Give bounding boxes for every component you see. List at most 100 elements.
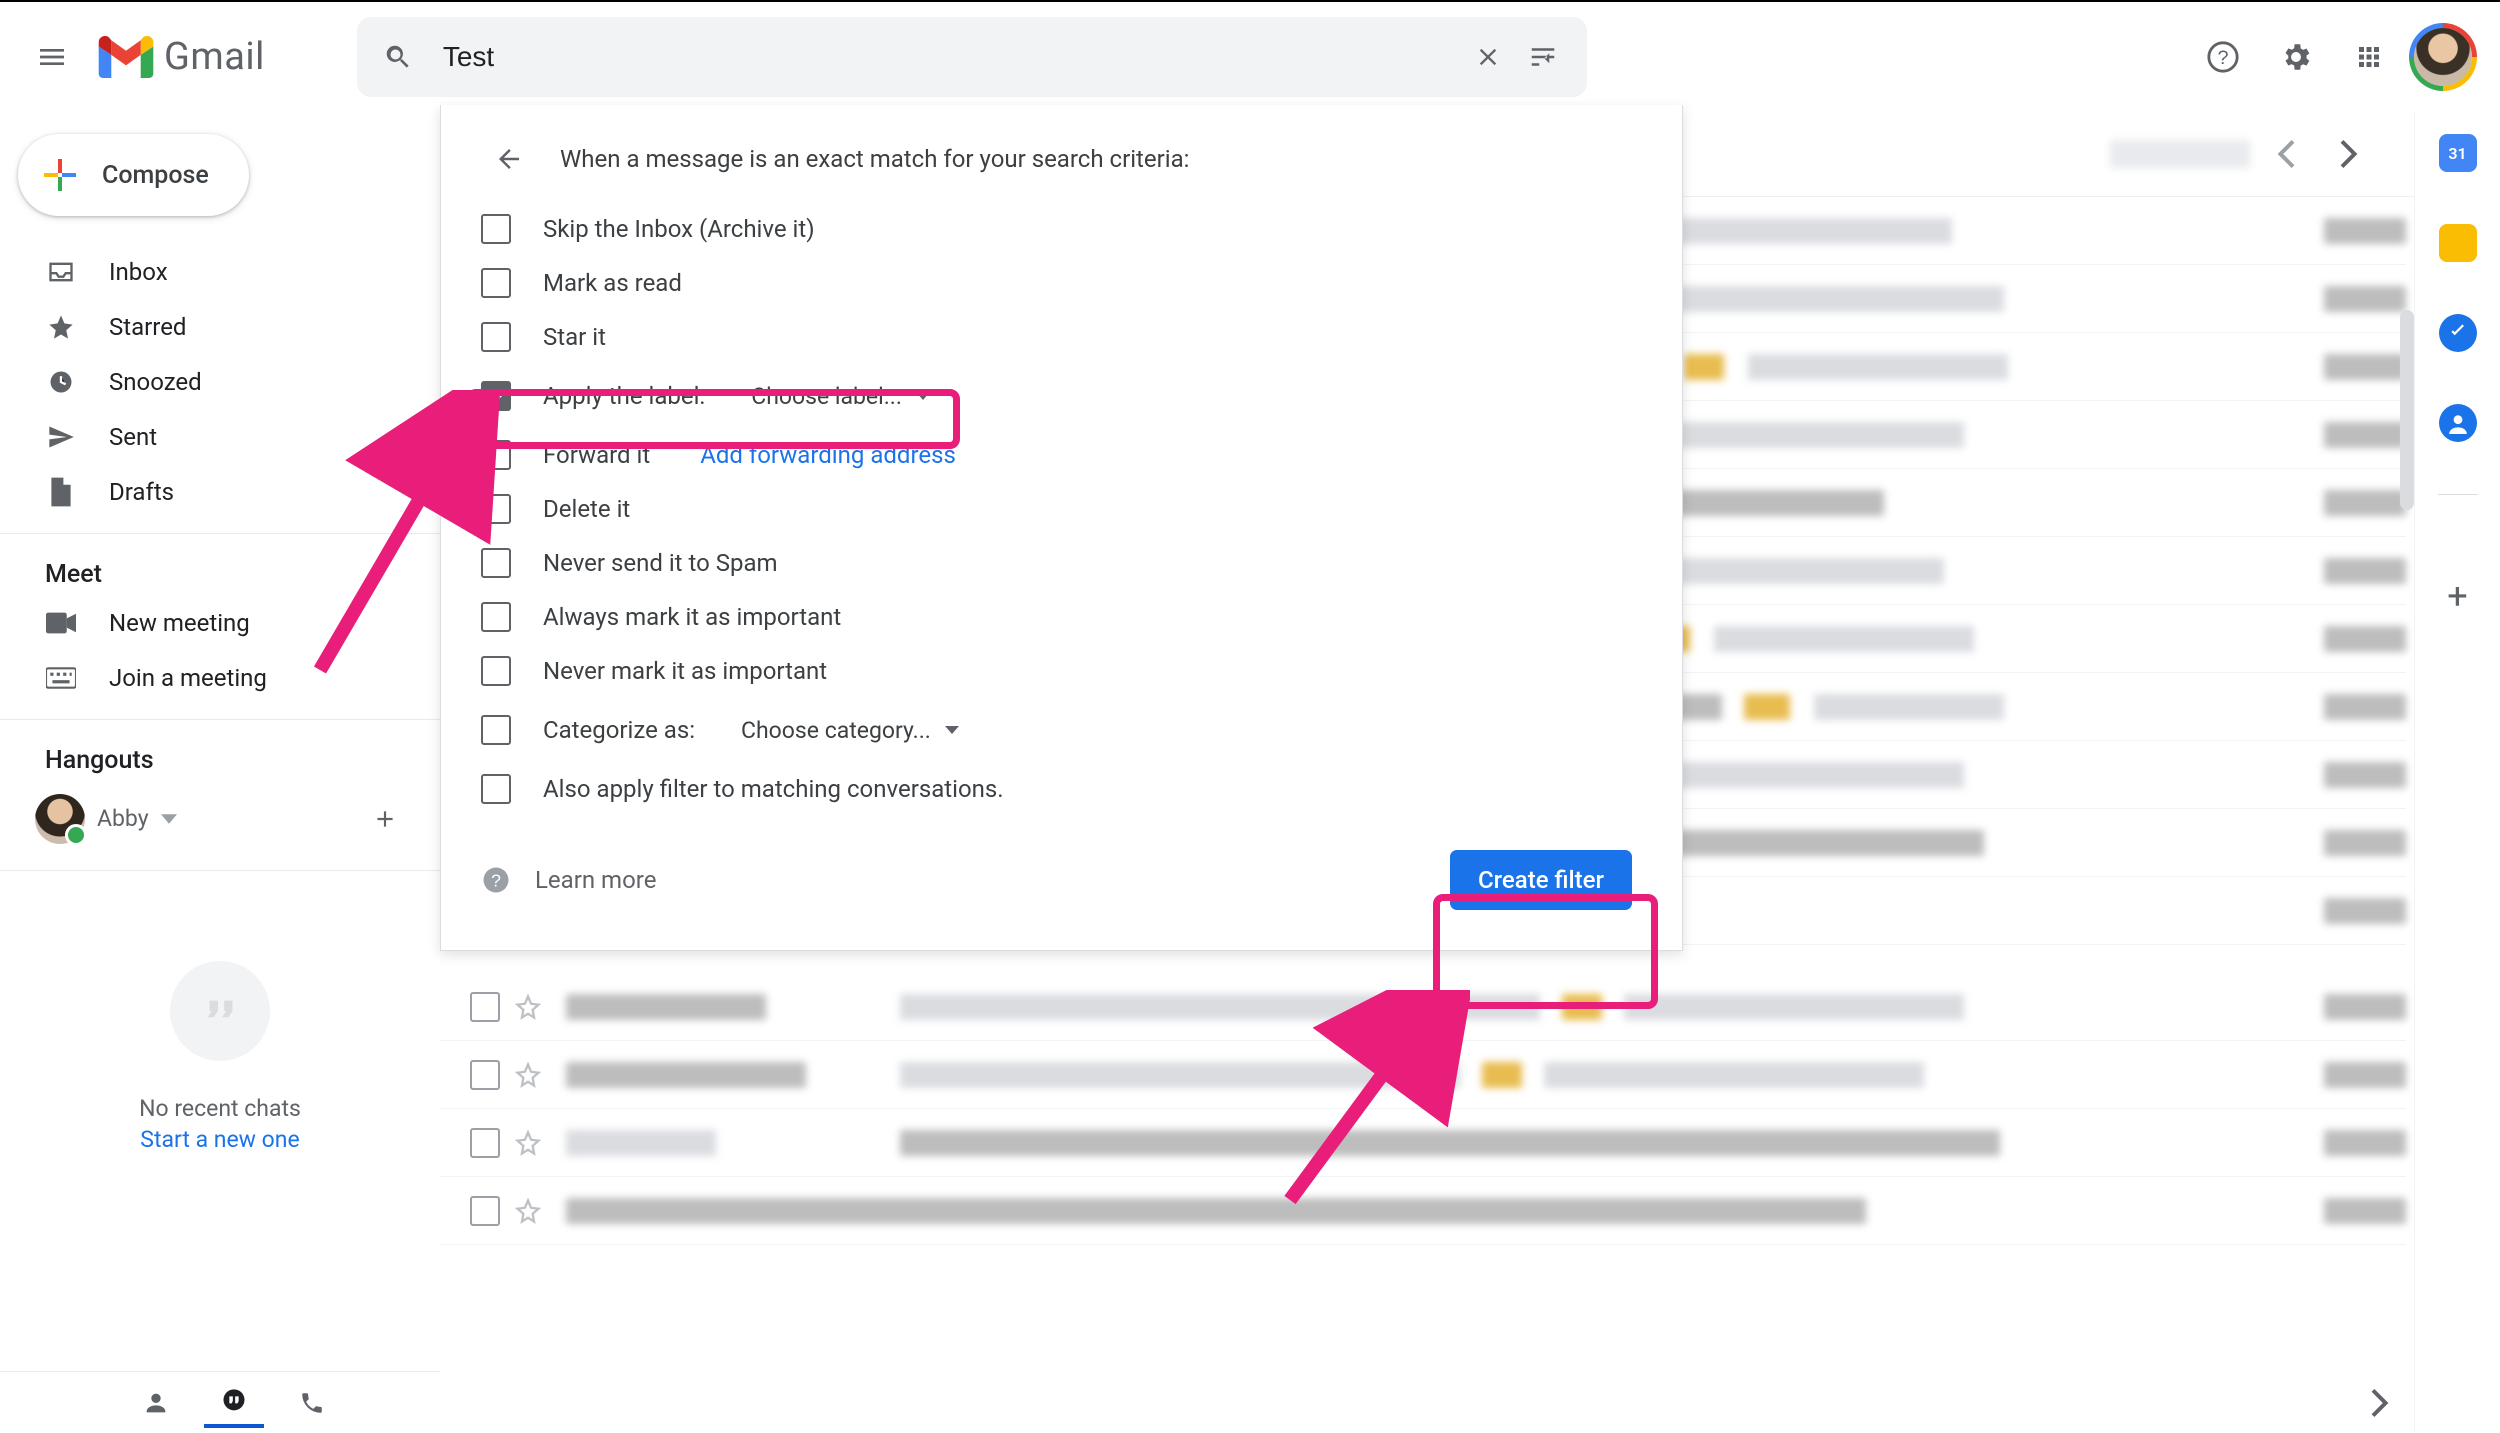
tasks-addon[interactable]: [2439, 314, 2477, 352]
apps-button[interactable]: [2341, 30, 2396, 85]
plus-icon: [372, 806, 398, 832]
sidebar-item-label: Inbox: [109, 258, 168, 286]
mail-row[interactable]: [440, 973, 2406, 1041]
filter-option-skip-inbox[interactable]: Skip the Inbox (Archive it): [451, 202, 1672, 256]
search-icon[interactable]: [373, 32, 423, 82]
sidebar-item-drafts[interactable]: Drafts: [0, 464, 440, 519]
filter-option-star-it[interactable]: Star it: [451, 310, 1672, 364]
row-checkbox[interactable]: [470, 992, 500, 1022]
sidebar-nav: Inbox Starred Snoozed Sent Drafts: [0, 244, 440, 519]
account-avatar[interactable]: [2414, 28, 2472, 86]
sidebar-bottom-tabs: [0, 1371, 440, 1433]
checkbox[interactable]: [481, 214, 511, 244]
checkbox[interactable]: [481, 602, 511, 632]
mail-row[interactable]: [440, 1109, 2406, 1177]
choose-category-select[interactable]: Choose category...: [727, 710, 967, 750]
checkbox[interactable]: [481, 774, 511, 804]
tab-contacts[interactable]: [126, 1378, 186, 1428]
tab-phone[interactable]: [282, 1378, 342, 1428]
help-icon: ?: [2206, 40, 2240, 74]
prev-page-button[interactable]: [2258, 140, 2313, 168]
checkbox[interactable]: [481, 381, 511, 411]
new-chat-button[interactable]: [357, 791, 412, 846]
learn-more-link[interactable]: ? Learn more: [481, 865, 656, 895]
hangouts-user-name: Abby: [97, 805, 149, 832]
main-menu-button[interactable]: [12, 17, 92, 97]
filter-heading: When a message is an exact match for you…: [560, 145, 1189, 173]
checkbox[interactable]: [481, 548, 511, 578]
star-icon: [45, 311, 77, 343]
keep-addon[interactable]: [2439, 224, 2477, 262]
row-checkbox[interactable]: [470, 1196, 500, 1226]
chevron-right-icon: [2339, 140, 2359, 168]
hamburger-icon: [36, 41, 68, 73]
contacts-addon[interactable]: [2439, 404, 2477, 442]
chevron-right-icon: [2370, 1389, 2390, 1417]
option-label: Also apply filter to matching conversati…: [543, 775, 1004, 803]
filter-option-forward[interactable]: Forward it Add forwarding address: [451, 428, 1672, 482]
search-options-button[interactable]: [1516, 30, 1571, 85]
apps-icon: [2354, 42, 2384, 72]
filter-option-delete[interactable]: Delete it: [451, 482, 1672, 536]
filter-option-also-apply[interactable]: Also apply filter to matching conversati…: [451, 762, 1672, 816]
compose-button[interactable]: Compose: [18, 134, 249, 216]
clear-search-button[interactable]: [1461, 30, 1516, 85]
sidebar-item-label: New meeting: [109, 609, 250, 637]
checkbox[interactable]: [481, 656, 511, 686]
hangouts-avatar: [35, 794, 85, 844]
filter-option-never-spam[interactable]: Never send it to Spam: [451, 536, 1672, 590]
mail-row[interactable]: [440, 1177, 2406, 1245]
checkbox[interactable]: [481, 440, 511, 470]
add-forwarding-link[interactable]: Add forwarding address: [700, 441, 956, 469]
filter-option-never-important[interactable]: Never mark it as important: [451, 644, 1672, 698]
filter-back-button[interactable]: [481, 131, 536, 186]
avatar-image: [2414, 28, 2472, 86]
start-chat-link[interactable]: Start a new one: [140, 1126, 299, 1153]
option-label: Never send it to Spam: [543, 549, 778, 577]
sidebar-item-starred[interactable]: Starred: [0, 299, 440, 354]
filter-option-mark-read[interactable]: Mark as read: [451, 256, 1672, 310]
row-checkbox[interactable]: [470, 1128, 500, 1158]
filter-option-always-important[interactable]: Always mark it as important: [451, 590, 1672, 644]
calendar-addon[interactable]: [2439, 134, 2477, 172]
choose-label-select[interactable]: Choose label...: [737, 376, 938, 416]
sidebar-item-inbox[interactable]: Inbox: [0, 244, 440, 299]
sidebar-item-sent[interactable]: Sent: [0, 409, 440, 464]
next-page-button[interactable]: [2321, 140, 2376, 168]
arrow-left-icon: [494, 144, 524, 174]
get-addons-button[interactable]: +: [2447, 575, 2467, 617]
gmail-logo[interactable]: Gmail: [98, 35, 265, 79]
tab-hangouts[interactable]: [204, 1378, 264, 1428]
row-checkbox[interactable]: [470, 1060, 500, 1090]
mail-row[interactable]: [440, 1041, 2406, 1109]
row-star-icon[interactable]: [514, 1129, 542, 1157]
close-icon: [1474, 43, 1502, 71]
option-label: Always mark it as important: [543, 603, 841, 631]
support-button[interactable]: ?: [2195, 30, 2250, 85]
create-filter-button[interactable]: Create filter: [1450, 850, 1632, 910]
option-label: Apply the label:: [543, 382, 705, 410]
sidebar-item-snoozed[interactable]: Snoozed: [0, 354, 440, 409]
checkbox[interactable]: [481, 715, 511, 745]
sidebar-item-new-meeting[interactable]: New meeting: [0, 595, 440, 650]
drafts-icon: [45, 476, 77, 508]
row-star-icon[interactable]: [514, 1061, 542, 1089]
hangouts-user-row[interactable]: Abby: [0, 781, 440, 856]
checkbox[interactable]: [481, 322, 511, 352]
side-panel-toggle[interactable]: [2370, 1389, 2390, 1423]
settings-button[interactable]: [2268, 30, 2323, 85]
row-star-icon[interactable]: [514, 1197, 542, 1225]
scrollbar-thumb[interactable]: [2400, 310, 2414, 510]
row-star-icon[interactable]: [514, 993, 542, 1021]
checkbox[interactable]: [481, 494, 511, 524]
filter-option-apply-label[interactable]: Apply the label: Choose label...: [451, 364, 1672, 428]
sidebar-item-label: Snoozed: [109, 368, 202, 396]
no-chats-text: No recent chats: [139, 1095, 301, 1122]
checkbox[interactable]: [481, 268, 511, 298]
search-input[interactable]: [423, 41, 1461, 73]
meet-section-label: Meet: [0, 534, 440, 595]
sidebar-item-join-meeting[interactable]: Join a meeting: [0, 650, 440, 705]
svg-text:?: ?: [2217, 47, 2228, 69]
option-label: Categorize as:: [543, 716, 695, 744]
filter-option-categorize[interactable]: Categorize as: Choose category...: [451, 698, 1672, 762]
